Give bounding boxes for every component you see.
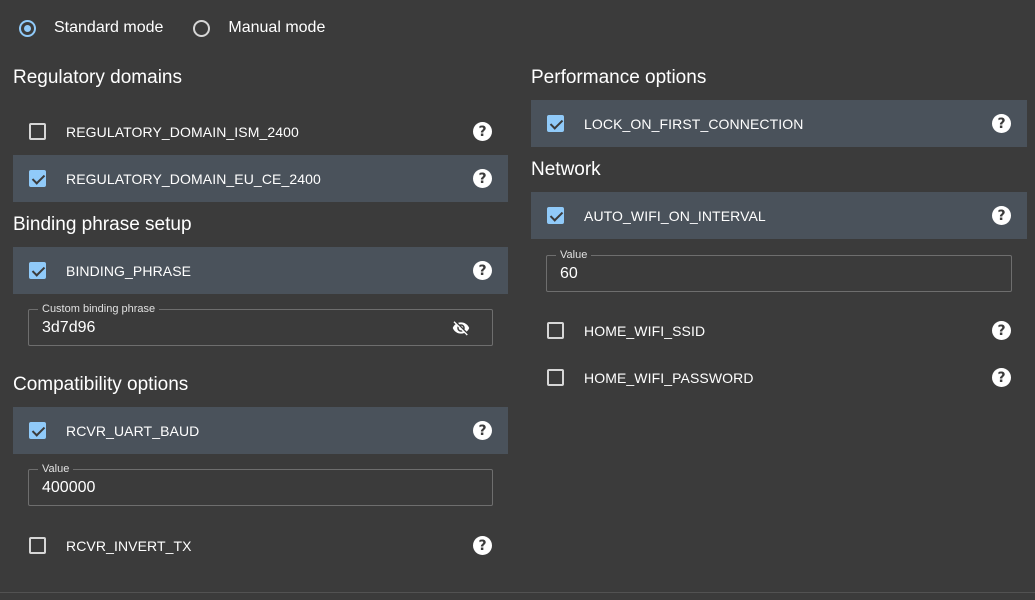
manual-mode-label: Manual mode: [228, 19, 326, 36]
option-regulatory-ism-2400[interactable]: REGULATORY_DOMAIN_ISM_2400 ?: [13, 108, 508, 155]
option-home-wifi-ssid[interactable]: HOME_WIFI_SSID ?: [531, 307, 1027, 354]
checkbox-checked-icon[interactable]: [547, 115, 564, 132]
manual-mode-radio[interactable]: Manual mode: [193, 19, 325, 37]
mode-selector: Standard mode Manual mode: [19, 16, 355, 40]
checkbox-unchecked-icon[interactable]: [29, 123, 46, 140]
option-rcvr-invert-tx[interactable]: RCVR_INVERT_TX ?: [13, 522, 508, 569]
option-regulatory-eu-ce-2400[interactable]: REGULATORY_DOMAIN_EU_CE_2400 ?: [13, 155, 508, 202]
eye-off-icon[interactable]: [450, 319, 472, 337]
checkbox-unchecked-icon[interactable]: [547, 322, 564, 339]
help-icon[interactable]: ?: [992, 368, 1011, 387]
network-title: Network: [531, 159, 601, 180]
checkbox-checked-icon[interactable]: [29, 262, 46, 279]
wifi-interval-field-label: Value: [556, 248, 592, 262]
option-auto-wifi-on-interval[interactable]: AUTO_WIFI_ON_INTERVAL ?: [531, 192, 1027, 239]
wifi-interval-input[interactable]: [560, 265, 940, 283]
option-label: REGULATORY_DOMAIN_EU_CE_2400: [66, 170, 321, 187]
help-icon[interactable]: ?: [473, 536, 492, 555]
option-label: HOME_WIFI_PASSWORD: [584, 369, 754, 386]
radio-selected-icon: [19, 19, 36, 37]
binding-phrase-field-label: Custom binding phrase: [38, 302, 160, 316]
option-label: HOME_WIFI_SSID: [584, 322, 706, 339]
performance-options-title: Performance options: [531, 67, 707, 88]
checkbox-checked-icon[interactable]: [547, 207, 564, 224]
checkbox-checked-icon[interactable]: [29, 170, 46, 187]
option-label: REGULATORY_DOMAIN_ISM_2400: [66, 123, 299, 140]
radio-unselected-icon: [193, 19, 211, 37]
binding-phrase-field[interactable]: Custom binding phrase: [28, 302, 493, 346]
uart-baud-input[interactable]: [42, 479, 422, 497]
standard-mode-label: Standard mode: [54, 19, 164, 36]
option-label: AUTO_WIFI_ON_INTERVAL: [584, 207, 766, 224]
option-binding-phrase[interactable]: BINDING_PHRASE ?: [13, 247, 508, 294]
uart-baud-field-label: Value: [38, 462, 74, 476]
option-label: LOCK_ON_FIRST_CONNECTION: [584, 115, 804, 132]
help-icon[interactable]: ?: [473, 261, 492, 280]
option-lock-on-first-connection[interactable]: LOCK_ON_FIRST_CONNECTION ?: [531, 100, 1027, 147]
option-label: RCVR_INVERT_TX: [66, 537, 192, 554]
checkbox-checked-icon[interactable]: [29, 422, 46, 439]
help-icon[interactable]: ?: [992, 321, 1011, 340]
binding-phrase-input[interactable]: [42, 319, 422, 337]
help-icon[interactable]: ?: [473, 122, 492, 141]
help-icon[interactable]: ?: [992, 114, 1011, 133]
checkbox-unchecked-icon[interactable]: [29, 537, 46, 554]
option-home-wifi-password[interactable]: HOME_WIFI_PASSWORD ?: [531, 354, 1027, 401]
divider: [0, 592, 1035, 593]
option-label: BINDING_PHRASE: [66, 262, 192, 279]
help-icon[interactable]: ?: [992, 206, 1011, 225]
compatibility-options-title: Compatibility options: [13, 374, 189, 395]
help-icon[interactable]: ?: [473, 169, 492, 188]
regulatory-domains-title: Regulatory domains: [13, 67, 182, 88]
option-label: RCVR_UART_BAUD: [66, 422, 200, 439]
standard-mode-radio[interactable]: Standard mode: [19, 19, 163, 37]
help-icon[interactable]: ?: [473, 421, 492, 440]
wifi-interval-field[interactable]: Value: [546, 248, 1012, 292]
checkbox-unchecked-icon[interactable]: [547, 369, 564, 386]
uart-baud-field[interactable]: Value: [28, 462, 493, 506]
option-rcvr-uart-baud[interactable]: RCVR_UART_BAUD ?: [13, 407, 508, 454]
binding-phrase-title: Binding phrase setup: [13, 214, 192, 235]
